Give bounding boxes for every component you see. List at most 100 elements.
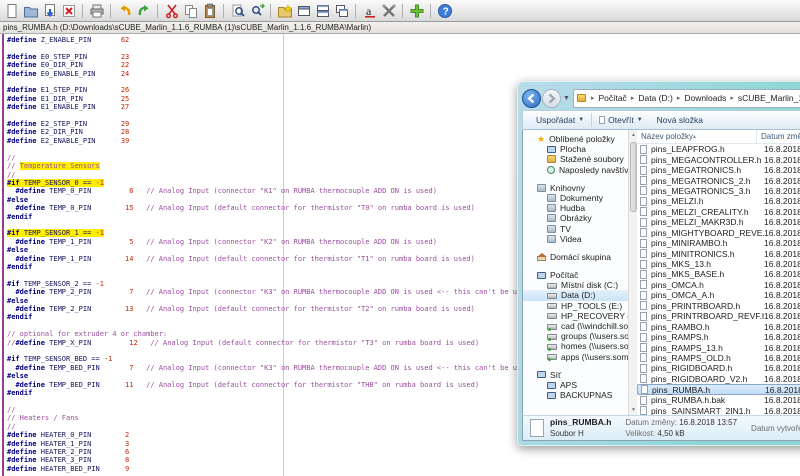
sidebar-item[interactable]: TV: [523, 224, 637, 234]
font-icon[interactable]: a: [361, 2, 378, 19]
file-row[interactable]: pins_RAMBO.h16.8.2018 13:57: [637, 321, 800, 331]
file-icon: [640, 396, 647, 405]
file-date: 16.8.2018 13:57: [764, 395, 800, 405]
sidebar-item[interactable]: Data (D:): [523, 290, 637, 300]
file-row[interactable]: pins_MELZI_CREALITY.h16.8.2018 13:57: [637, 207, 800, 217]
open-button[interactable]: Otevřít▼: [592, 111, 649, 129]
sidebar-item[interactable]: HP_TOOLS (E:): [523, 301, 637, 311]
save-file-icon[interactable]: [41, 2, 58, 19]
file-row[interactable]: pins_MEGACONTROLLER.h16.8.2018 13:57: [637, 154, 800, 164]
file-row[interactable]: pins_RAMPS_OLD.h16.8.2018 13:57: [637, 353, 800, 363]
redo-icon[interactable]: [135, 2, 152, 19]
sidebar-item[interactable]: Obrázky: [523, 213, 637, 223]
recent-pages-dropdown-icon[interactable]: ▼: [563, 95, 570, 102]
forward-button[interactable]: [542, 89, 561, 108]
add-plugin-icon[interactable]: [408, 2, 425, 19]
scrollbar-thumb[interactable]: [630, 142, 637, 212]
chevron-down-icon: ▼: [578, 117, 584, 123]
file-row[interactable]: pins_RAMPS_13.h16.8.2018 13:57: [637, 342, 800, 352]
file-row[interactable]: pins_MKS_13.h16.8.2018 13:57: [637, 259, 800, 269]
file-row[interactable]: pins_MELZI_MAKR3D.h16.8.2018 13:57: [637, 217, 800, 227]
sidebar-item[interactable]: groups (\\users.soma.cz): [523, 331, 637, 341]
sidebar-item[interactable]: Hudba: [523, 203, 637, 213]
file-icon: [640, 145, 647, 154]
file-icon: [640, 166, 647, 175]
sidebar-item[interactable]: HP_RECOVERY (G:): [523, 311, 637, 321]
file-name: pins_MIGHTYBOARD_REVE.h: [651, 228, 764, 238]
file-row[interactable]: pins_OMCA.h16.8.2018 13:57: [637, 280, 800, 290]
close-file-icon[interactable]: [60, 2, 77, 19]
scroll-down-icon[interactable]: ▼: [630, 406, 637, 414]
sidebar-item[interactable]: cad (\\windchill.soma.cz): [523, 321, 637, 331]
file-row[interactable]: pins_MKS_BASE.h16.8.2018 13:57: [637, 269, 800, 279]
tools-icon[interactable]: [380, 2, 397, 19]
new-project-icon[interactable]: [276, 2, 293, 19]
file-row[interactable]: pins_PRINTRBOARD_REVF.h16.8.2018 13:57: [637, 311, 800, 321]
breadcrumb-item[interactable]: Počítač: [598, 93, 626, 103]
paste-icon[interactable]: [201, 2, 218, 19]
sidebar-group[interactable]: Síť: [523, 370, 637, 380]
file-row[interactable]: pins_RIGIDBOARD.h16.8.2018 13:57: [637, 363, 800, 373]
sidebar-item[interactable]: Naposledy navštívené: [523, 165, 637, 175]
sidebar-group[interactable]: Domácí skupina: [523, 252, 637, 262]
file-row[interactable]: pins_MELZI.h16.8.2018 13:57: [637, 196, 800, 206]
sidebar-item[interactable]: APS: [523, 380, 637, 390]
sidebar-group[interactable]: Knihovny: [523, 183, 637, 193]
sidebar-group[interactable]: Počítač: [523, 270, 637, 280]
window-cascade-icon[interactable]: [333, 2, 350, 19]
help-icon[interactable]: ?: [436, 2, 453, 19]
file-icon: [599, 116, 605, 124]
window-tile-icon[interactable]: [314, 2, 331, 19]
scroll-up-icon[interactable]: ▲: [630, 131, 637, 139]
new-folder-button[interactable]: Nová složka: [650, 111, 710, 129]
breadcrumb-item[interactable]: sCUBE_Marlin_1.1.6_RUMBA (1): [738, 93, 800, 103]
editor-tab[interactable]: pins_RUMBA.h (D:\Downloads\sCUBE_Marlin_…: [0, 22, 800, 34]
organize-button[interactable]: Uspořádat▼: [529, 111, 591, 129]
print-icon[interactable]: [88, 2, 105, 19]
cut-icon[interactable]: [163, 2, 180, 19]
file-row[interactable]: pins_RAMPS.h16.8.2018 13:57: [637, 332, 800, 342]
sidebar-item[interactable]: Dokumenty: [523, 193, 637, 203]
file-row[interactable]: pins_MINIRAMBO.h16.8.2018 13:57: [637, 238, 800, 248]
file-row[interactable]: pins_RIGIDBOARD_V2.h16.8.2018 13:57: [637, 374, 800, 384]
file-row[interactable]: pins_MINITRONICS.h16.8.2018 13:57: [637, 248, 800, 258]
sidebar-item[interactable]: Stažené soubory: [523, 154, 637, 164]
sidebar-item[interactable]: Plocha: [523, 144, 637, 154]
column-header-date[interactable]: Datum změny: [757, 130, 800, 143]
back-button[interactable]: [522, 89, 541, 108]
sidebar-item[interactable]: Videa: [523, 234, 637, 244]
sidebar-item[interactable]: homes (\\users.soma.cz): [523, 341, 637, 351]
file-row[interactable]: pins_MEGATRONICS_2.h16.8.2018 13:57: [637, 175, 800, 185]
column-header-name[interactable]: Název položky ▲: [637, 130, 757, 143]
file-row[interactable]: pins_LEAPFROG.h16.8.2018 13:57: [637, 144, 800, 154]
new-file-icon[interactable]: [3, 2, 20, 19]
breadcrumb[interactable]: ▸Počítač▸Data (D:)▸Downloads▸sCUBE_Marli…: [573, 89, 800, 108]
undo-icon[interactable]: [116, 2, 133, 19]
breadcrumb-item[interactable]: Data (D:): [638, 93, 672, 103]
file-row[interactable]: pins_MEGATRONICS_3.h16.8.2018 13:57: [637, 186, 800, 196]
find-icon[interactable]: [229, 2, 246, 19]
file-row[interactable]: pins_RUMBA.h16.8.2018 13:57: [637, 384, 800, 395]
file-list: Název položky ▲ Datum změny pins_LEAPFRO…: [637, 130, 800, 415]
file-icon: [640, 322, 647, 331]
breadcrumb-item[interactable]: Downloads: [684, 93, 726, 103]
window-maximize-icon[interactable]: [295, 2, 312, 19]
file-row[interactable]: pins_RUMBA.h.bak16.8.2018 13:57: [637, 395, 800, 405]
sidebar-item[interactable]: BACKUPNAS: [523, 390, 637, 400]
sidebar-scrollbar[interactable]: ▲ ▼: [628, 130, 637, 415]
svg-text:?: ?: [442, 6, 448, 17]
file-row[interactable]: pins_MIGHTYBOARD_REVE.h16.8.2018 13:57: [637, 228, 800, 238]
file-icon: [640, 228, 647, 237]
file-row[interactable]: pins_MEGATRONICS.h16.8.2018 13:57: [637, 165, 800, 175]
explorer-address-bar: ▼ ▸Počítač▸Data (D:)▸Downloads▸sCUBE_Mar…: [522, 86, 800, 110]
file-row[interactable]: pins_SAINSMART_2IN1.h16.8.2018 13:57: [637, 406, 800, 416]
file-row[interactable]: pins_OMCA_A.h16.8.2018 13:57: [637, 290, 800, 300]
sidebar-item[interactable]: apps (\\users.soma.cz) (Z: [523, 352, 637, 362]
open-file-icon[interactable]: [22, 2, 39, 19]
sidebar-group[interactable]: ★Oblíbené položky: [523, 134, 637, 144]
copy-icon[interactable]: [182, 2, 199, 19]
find-replace-icon[interactable]: [248, 2, 265, 19]
sidebar-item[interactable]: Místní disk (C:): [523, 280, 637, 290]
toolbar-separator: [430, 4, 431, 18]
file-row[interactable]: pins_PRINTRBOARD.h16.8.2018 13:57: [637, 301, 800, 311]
